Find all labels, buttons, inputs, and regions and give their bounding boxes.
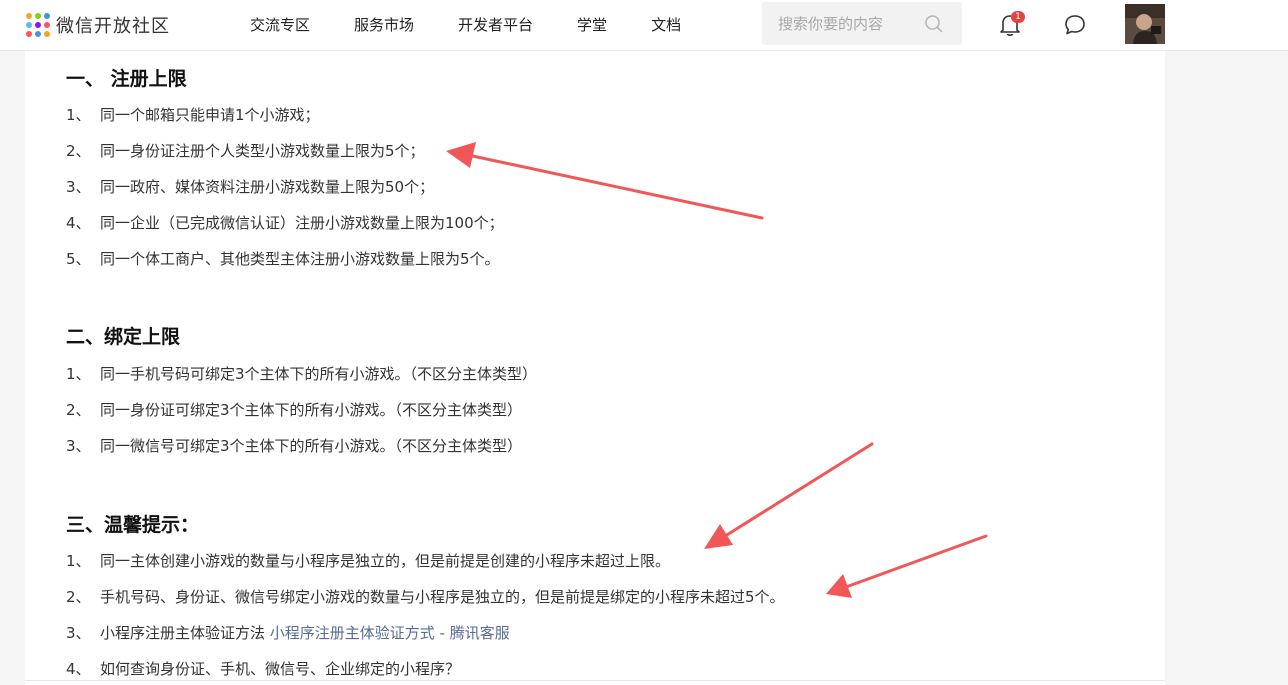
list-item: 4、 同一企业（已完成微信认证）注册小游戏数量上限为100个； <box>66 214 504 232</box>
list-item: 3、 同一政府、媒体资料注册小游戏数量上限为50个； <box>66 178 435 196</box>
nav-item-community[interactable]: 交流专区 <box>250 0 310 50</box>
article-content: 一、 注册上限 1、 同一个邮箱只能申请1个小游戏； 2、 同一身份证注册个人类型小… <box>25 51 1165 685</box>
nav-item-docs[interactable]: 文档 <box>651 0 681 50</box>
brand-name: 微信开放社区 <box>56 16 170 37</box>
section-title-binding-limit: 二、绑定上限 <box>66 326 181 348</box>
top-navigation-bar: 微信开放社区 交流专区 服务市场 开发者平台 学堂 文档 1 <box>0 0 1288 51</box>
wechat-open-community-logo-icon <box>26 13 50 37</box>
bottom-divider <box>25 680 1165 681</box>
avatar-photo <box>1125 4 1165 44</box>
list-item: 4、 如何查询身份证、手机、微信号、企业绑定的小程序？ <box>66 660 461 678</box>
search-icon[interactable] <box>924 14 944 34</box>
nav-item-academy[interactable]: 学堂 <box>577 0 607 50</box>
list-item: 1、 同一个邮箱只能申请1个小游戏； <box>66 106 320 124</box>
section-title-tips: 三、温馨提示： <box>66 514 200 536</box>
list-item: 3、 小程序注册主体验证方法 小程序注册主体验证方式 - 腾讯客服 <box>66 624 510 642</box>
list-item: 2、 同一身份证注册个人类型小游戏数量上限为5个； <box>66 142 425 160</box>
chat-bubble-icon[interactable] <box>1064 14 1086 36</box>
search-input[interactable] <box>762 2 928 45</box>
notification-badge: 1 <box>1011 11 1025 23</box>
list-item: 2、 手机号码、身份证、微信号绑定小游戏的数量与小程序是独立的，但是前提是绑定的小… <box>66 588 785 606</box>
verification-method-link[interactable]: 小程序注册主体验证方式 - 腾讯客服 <box>270 624 510 642</box>
brand-logo[interactable]: 微信开放社区 <box>26 12 170 38</box>
list-item: 1、 同一主体创建小游戏的数量与小程序是独立的，但是前提是创建的小程序未超过上限。 <box>66 552 671 570</box>
list-item: 3、 同一微信号可绑定3个主体下的所有小游戏。（不区分主体类型） <box>66 437 523 455</box>
list-item: 5、 同一个体工商户、其他类型主体注册小游戏数量上限为5个。 <box>66 250 500 268</box>
nav-item-developer-platform[interactable]: 开发者平台 <box>458 0 533 50</box>
list-item: 2、 同一身份证可绑定3个主体下的所有小游戏。（不区分主体类型） <box>66 401 523 419</box>
user-avatar[interactable] <box>1125 4 1165 44</box>
nav-item-service-market[interactable]: 服务市场 <box>354 0 414 50</box>
main-nav: 交流专区 服务市场 开发者平台 学堂 文档 <box>250 0 725 50</box>
list-item: 1、 同一手机号码可绑定3个主体下的所有小游戏。（不区分主体类型） <box>66 365 538 383</box>
section-title-register-limit: 一、 注册上限 <box>66 68 187 90</box>
